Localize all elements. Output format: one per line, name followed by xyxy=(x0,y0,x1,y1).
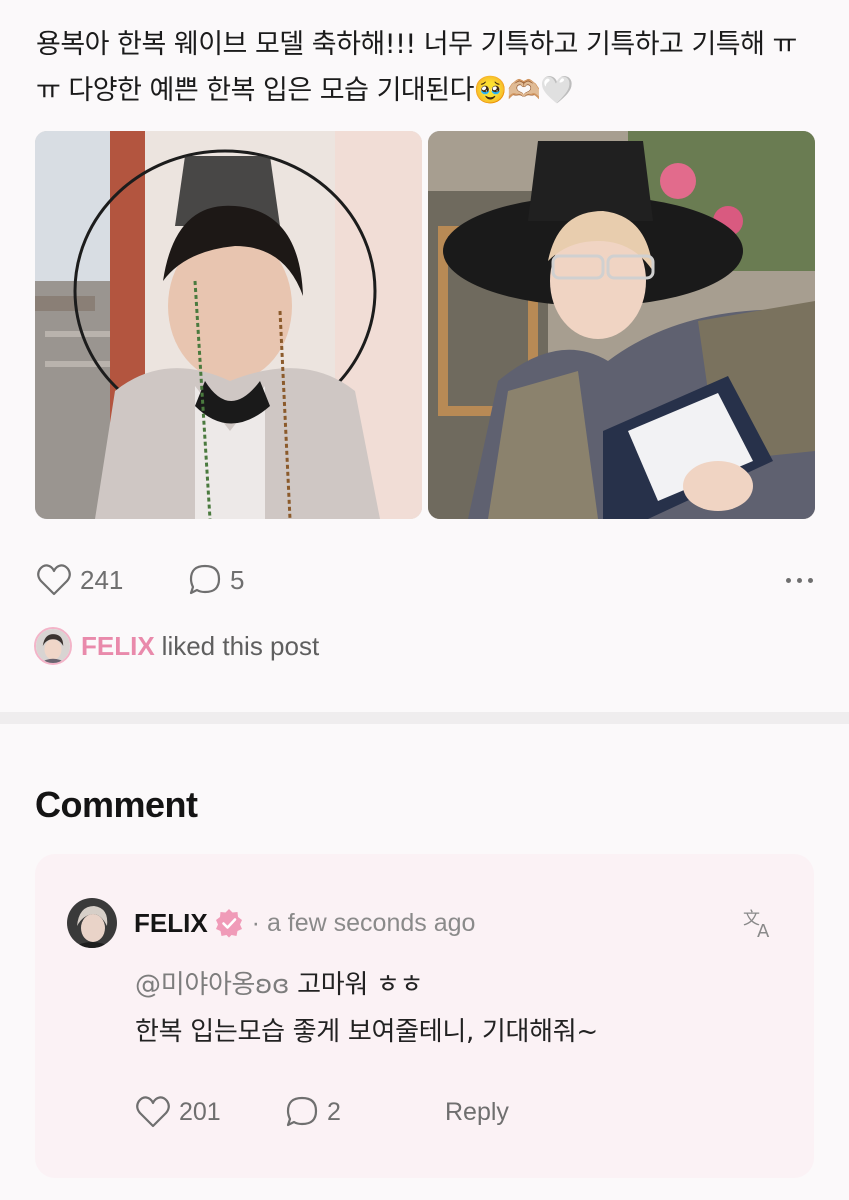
liked-by-name[interactable]: FELIX xyxy=(81,631,155,662)
comment-body: @미야아옹ʚɞ 고마워 ㅎㅎ 한복 입는모습 좋게 보여줄테니, 기대해줘~ xyxy=(135,962,598,1056)
post-actions: 241 5 xyxy=(36,560,813,600)
post-photo-2[interactable] xyxy=(428,131,815,519)
speech-bubble-icon xyxy=(286,1096,318,1127)
comment-replies-button[interactable]: 2 xyxy=(285,1092,341,1132)
comment-button[interactable]: 5 xyxy=(188,560,244,600)
comment-like-button[interactable]: 201 xyxy=(135,1092,221,1132)
comment-count: 5 xyxy=(230,564,245,595)
photo-hanbok-reading-image xyxy=(428,131,815,519)
avatar xyxy=(34,627,72,665)
reply-button[interactable]: Reply xyxy=(445,1092,509,1132)
speech-bubble-icon xyxy=(189,564,221,595)
section-divider xyxy=(0,712,849,724)
comment-like-count: 201 xyxy=(179,1097,221,1126)
heart-icon xyxy=(136,1096,170,1128)
liked-by-row[interactable]: FELIX liked this post xyxy=(34,626,319,666)
mention-link[interactable]: @미야아옹ʚɞ xyxy=(135,970,289,1000)
like-button[interactable]: 241 xyxy=(36,560,123,600)
photo-hanbok-portrait-image xyxy=(35,131,422,519)
comment-actions: 201 2 Reply xyxy=(135,1092,635,1132)
more-options-button[interactable] xyxy=(773,560,813,600)
verified-badge-icon xyxy=(215,909,242,938)
like-count: 241 xyxy=(80,564,124,595)
comment-reply-count: 2 xyxy=(327,1097,341,1126)
post-photo-1[interactable] xyxy=(35,131,422,519)
post-text: 용복아 한복 웨이브 모델 축하해!!! 너무 기특하고 기특하고 기특해 ㅠㅠ… xyxy=(36,29,797,106)
avatar[interactable] xyxy=(67,898,117,948)
comment-line-1: @미야아옹ʚɞ 고마워 ㅎㅎ xyxy=(135,962,598,1009)
comment-card: FELIX · a few seconds ago 文 A @미야아옹ʚɞ 고마… xyxy=(35,854,814,1178)
more-dots-icon xyxy=(786,577,813,583)
heart-icon xyxy=(37,564,71,596)
comment-timestamp: · a few seconds ago xyxy=(251,908,476,937)
comment-line-1-text: 고마워 ㅎㅎ xyxy=(289,970,424,1000)
liked-by-suffix: liked this post xyxy=(161,630,320,661)
comment-heading: Comment xyxy=(35,784,198,825)
comment-author[interactable]: FELIX xyxy=(134,908,208,939)
comment-line-2: 한복 입는모습 좋게 보여줄테니, 기대해줘~ xyxy=(135,1017,598,1047)
comment-header: FELIX · a few seconds ago xyxy=(67,898,475,948)
translate-icon[interactable]: 文 A xyxy=(742,904,778,940)
svg-text:A: A xyxy=(757,921,770,940)
